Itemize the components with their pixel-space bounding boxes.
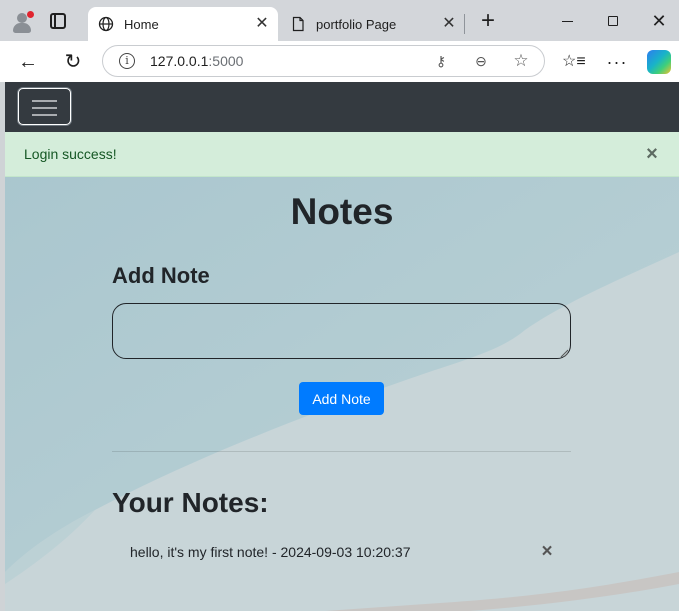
alert-close-button[interactable]: × — [643, 144, 661, 164]
zoom-out-icon[interactable]: ⊖ — [472, 52, 490, 70]
list-item: hello, it's my first note! - 2024-09-03 … — [112, 534, 571, 568]
star-icon[interactable]: ☆ — [512, 52, 530, 70]
info-icon[interactable]: i — [119, 53, 135, 69]
browser-tab-bar: Home ✕ portfolio Page ✕ + ✕ — [0, 0, 679, 41]
alert-message: Login success! — [24, 146, 117, 162]
add-note-button[interactable]: Add Note — [299, 382, 384, 415]
window-close-button[interactable]: ✕ — [645, 8, 673, 34]
add-note-heading: Add Note — [112, 263, 210, 288]
tab-actions-icon[interactable] — [50, 13, 66, 29]
page-icon — [292, 16, 304, 32]
tab-separator — [464, 14, 465, 34]
delete-note-button[interactable]: × — [539, 542, 555, 561]
more-icon[interactable]: ··· — [606, 51, 628, 73]
your-notes-heading: Your Notes: — [112, 487, 269, 518]
address-bar[interactable]: i 127.0.0.1:5000 ⚷ ⊖ ☆ — [102, 45, 545, 77]
url-host: 127.0.0.1 — [150, 53, 209, 69]
close-icon[interactable]: ✕ — [252, 14, 272, 34]
copilot-icon[interactable] — [647, 50, 671, 74]
minimize-button[interactable] — [553, 8, 581, 34]
url-port: :5000 — [208, 53, 244, 69]
close-icon[interactable]: ✕ — [439, 14, 459, 34]
hamburger-menu-icon[interactable] — [18, 88, 71, 125]
back-arrow-icon[interactable]: ← — [16, 50, 40, 74]
resize-handle-icon[interactable] — [560, 349, 568, 357]
key-icon[interactable]: ⚷ — [432, 52, 450, 70]
page-viewport: Login success! × Notes Add Note Add Note… — [5, 82, 679, 611]
maximize-button[interactable] — [599, 8, 627, 34]
tab-home[interactable]: Home ✕ — [88, 7, 278, 41]
success-alert: Login success! × — [5, 132, 679, 177]
divider — [112, 451, 571, 452]
reload-icon[interactable]: ↻ — [61, 50, 85, 74]
tab-label: portfolio Page — [316, 16, 397, 32]
note-text: hello, it's my first note! - 2024-09-03 … — [130, 544, 411, 560]
favorites-icon[interactable]: ☆≡ — [562, 51, 586, 73]
navbar — [5, 82, 679, 132]
page-title: Notes — [290, 191, 394, 232]
tab-label: Home — [124, 16, 159, 32]
profile-avatar-icon[interactable] — [10, 10, 34, 34]
plus-icon[interactable]: + — [477, 9, 499, 33]
tab-portfolio[interactable]: portfolio Page ✕ — [280, 7, 465, 41]
browser-toolbar: ← ↻ i 127.0.0.1:5000 ⚷ ⊖ ☆ ☆≡ ··· — [0, 41, 679, 82]
note-input[interactable] — [112, 303, 571, 359]
globe-icon — [98, 16, 114, 32]
url-text: 127.0.0.1:5000 — [150, 53, 243, 69]
